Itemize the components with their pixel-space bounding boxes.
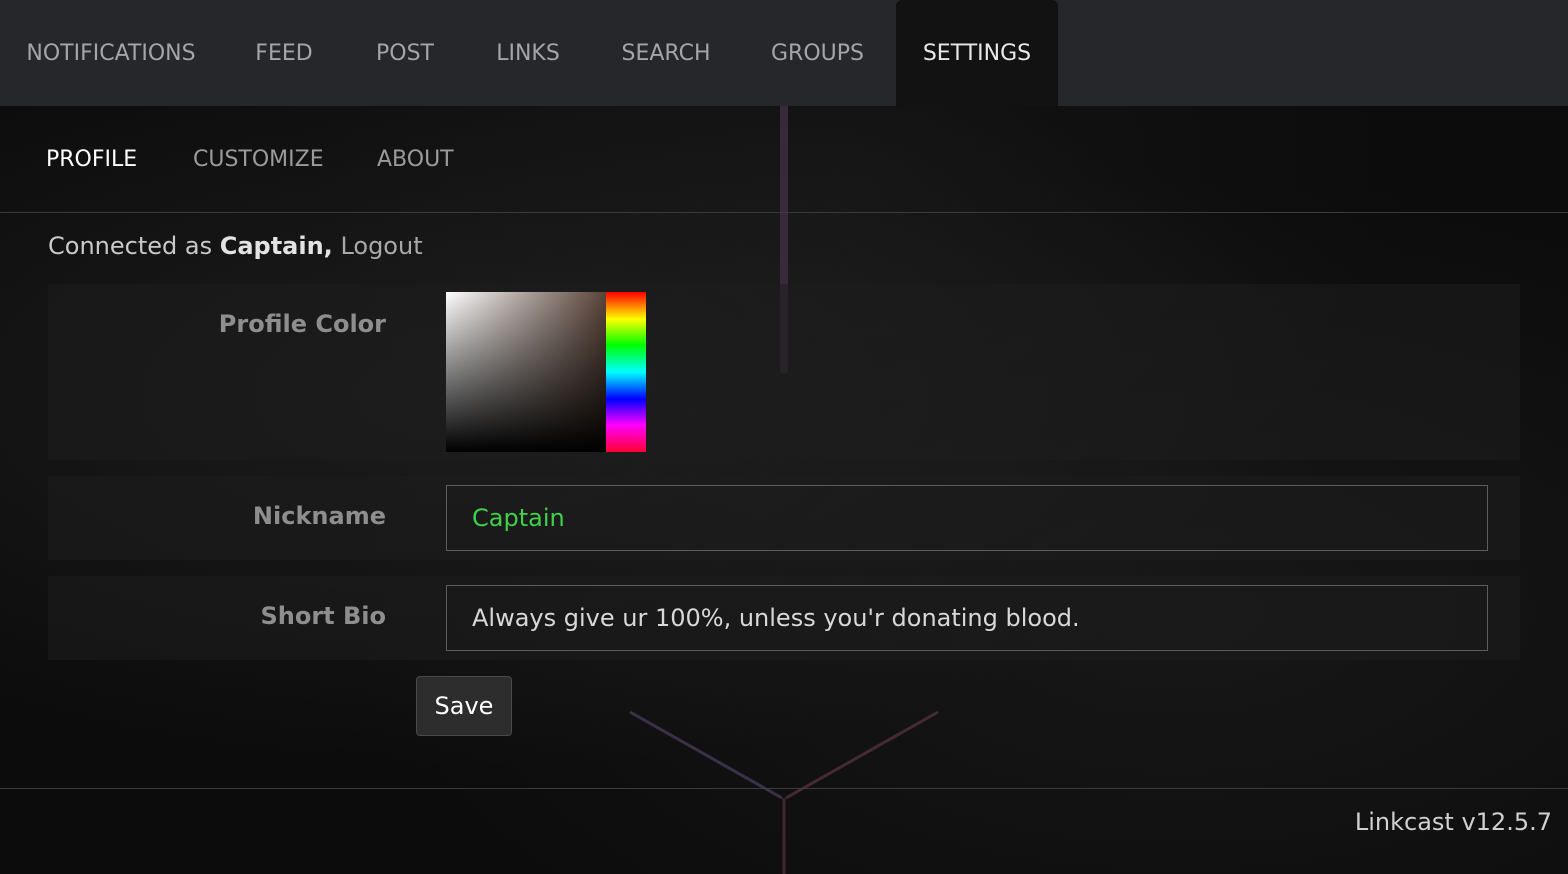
app-version: Linkcast v12.5.7 — [1354, 808, 1552, 836]
app-root: NOTIFICATIONS FEED POST LINKS SEARCH GRO… — [0, 0, 1568, 874]
tab-feed[interactable]: FEED — [222, 0, 346, 106]
short-bio-label: Short Bio — [260, 602, 386, 630]
save-button[interactable]: Save — [416, 676, 512, 736]
tab-links[interactable]: LINKS — [464, 0, 592, 106]
color-picker-hue-slider[interactable] — [606, 292, 646, 452]
profile-color-row: Profile Color — [48, 284, 1520, 460]
session-username: Captain, — [219, 232, 333, 260]
tab-notifications[interactable]: NOTIFICATIONS — [0, 0, 222, 106]
settings-sub-navigation: PROFILE CUSTOMIZE ABOUT — [0, 106, 1568, 213]
color-picker-saturation-field[interactable] — [446, 292, 606, 452]
tab-groups[interactable]: GROUPS — [740, 0, 895, 106]
footer-divider — [0, 788, 1568, 789]
nickname-input[interactable] — [446, 485, 1488, 551]
top-navigation: NOTIFICATIONS FEED POST LINKS SEARCH GRO… — [0, 0, 1568, 106]
tab-settings[interactable]: SETTINGS — [896, 0, 1058, 106]
tab-search[interactable]: SEARCH — [592, 0, 740, 106]
logout-link[interactable]: Logout — [340, 232, 422, 260]
short-bio-input[interactable] — [446, 585, 1488, 651]
subtab-customize[interactable]: CUSTOMIZE — [193, 106, 324, 212]
session-prefix: Connected as — [48, 232, 220, 260]
subtab-profile[interactable]: PROFILE — [46, 106, 137, 212]
nickname-label: Nickname — [252, 502, 386, 530]
session-status: Connected as Captain, Logout — [48, 232, 423, 260]
tab-post[interactable]: POST — [346, 0, 464, 106]
profile-color-label: Profile Color — [218, 310, 386, 338]
subtab-about[interactable]: ABOUT — [377, 106, 454, 212]
